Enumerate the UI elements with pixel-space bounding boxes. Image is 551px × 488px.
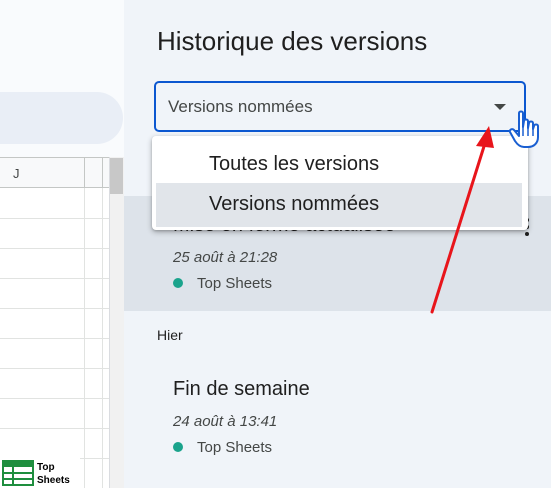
pointer-hand-cursor-icon: [508, 110, 539, 148]
annotation-arrow: [430, 126, 494, 314]
